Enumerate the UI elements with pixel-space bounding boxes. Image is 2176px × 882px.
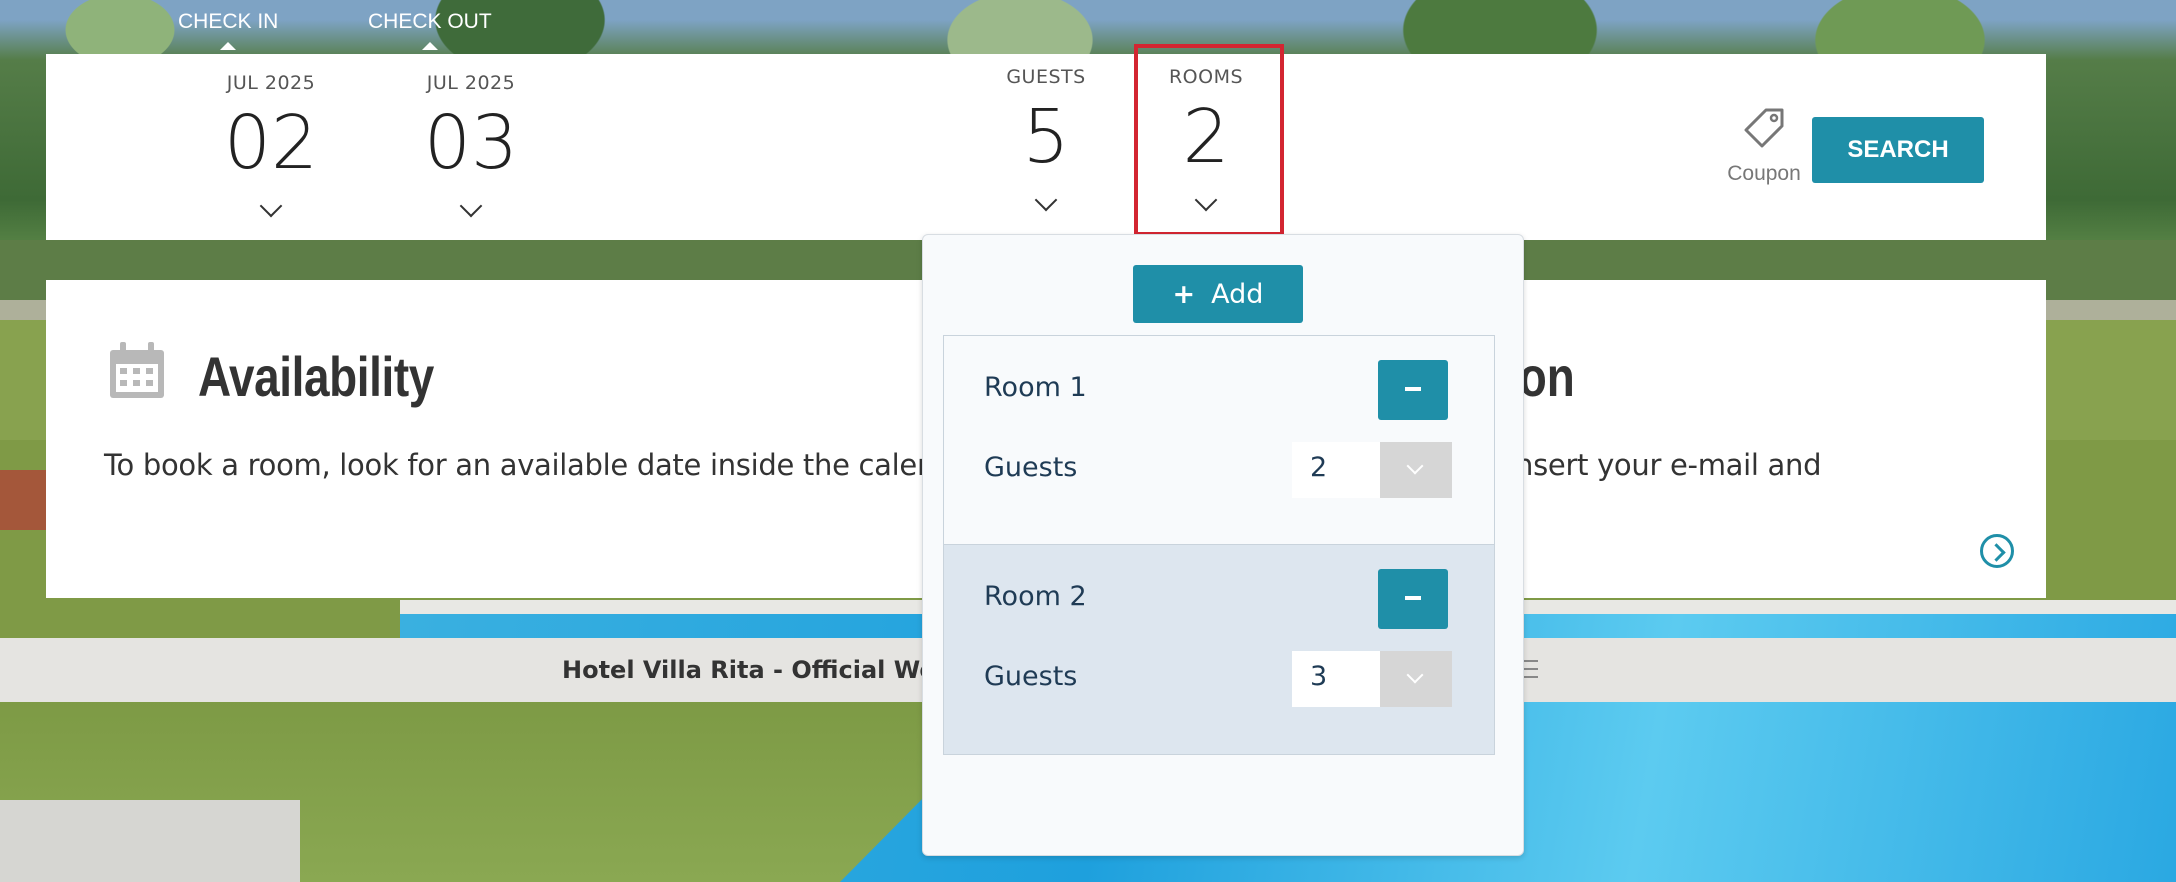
- add-room-label: Add: [1211, 278, 1264, 310]
- checkin-label[interactable]: CHECK IN: [178, 10, 278, 50]
- availability-title: Availability: [198, 345, 434, 408]
- room-label: Room 2: [984, 581, 1087, 612]
- chevron-down-icon[interactable]: [1380, 651, 1452, 707]
- checkout-day: 03: [423, 100, 519, 186]
- background-deck: [0, 800, 300, 882]
- room-guests-value: 2: [1310, 452, 1328, 483]
- room-row: Room 2 Guests 3: [943, 545, 1495, 755]
- remove-room-button[interactable]: [1378, 360, 1448, 420]
- tag-icon: [1744, 108, 1784, 148]
- room-guests-label: Guests: [984, 661, 1078, 692]
- checkin-date-picker[interactable]: JUL 2025 02: [181, 72, 361, 218]
- rooms-dropdown: + Add Room 1 Guests 2 Room 2 Guests 3: [922, 234, 1524, 856]
- checkout-month-year: JUL 2025: [426, 72, 516, 94]
- availability-text: To book a room, look for an available da…: [104, 448, 954, 482]
- guests-count: 5: [1022, 94, 1070, 180]
- room-row: Room 1 Guests 2: [943, 335, 1495, 545]
- chevron-down-icon[interactable]: [1380, 442, 1452, 498]
- chevron-down-icon[interactable]: [459, 194, 483, 218]
- coupon-label: Coupon: [1727, 162, 1801, 185]
- plus-icon: +: [1172, 278, 1196, 310]
- room-guests-label: Guests: [984, 452, 1078, 483]
- search-button[interactable]: SEARCH: [1812, 117, 1984, 183]
- background-flowerpot: [0, 470, 50, 530]
- site-name: Hotel Villa Rita - Official Websi: [562, 656, 976, 684]
- chevron-down-icon[interactable]: [259, 194, 283, 218]
- checkout-date-picker[interactable]: JUL 2025 03: [381, 72, 561, 218]
- next-arrow-icon[interactable]: [1980, 534, 2014, 568]
- checkin-month-year: JUL 2025: [226, 72, 316, 94]
- room-guests-value: 3: [1310, 661, 1328, 692]
- add-room-button[interactable]: + Add: [1133, 265, 1303, 323]
- rooms-highlight-box: [1134, 44, 1284, 236]
- guests-label: GUESTS: [1006, 66, 1086, 88]
- checkin-day: 02: [223, 100, 319, 186]
- chevron-down-icon[interactable]: [1034, 188, 1058, 212]
- checkout-label[interactable]: CHECK OUT: [368, 10, 492, 50]
- booking-bar: JUL 2025 02 JUL 2025 03 GUESTS 5 ROOMS 2…: [46, 44, 2046, 240]
- remove-room-button[interactable]: [1378, 569, 1448, 629]
- calendar-icon: [110, 342, 164, 398]
- room-guests-select[interactable]: 3: [1292, 651, 1452, 707]
- room-guests-select[interactable]: 2: [1292, 442, 1452, 498]
- coupon-button[interactable]: Coupon: [1714, 106, 1814, 186]
- guests-selector[interactable]: GUESTS 5: [956, 66, 1136, 212]
- room-label: Room 1: [984, 372, 1087, 403]
